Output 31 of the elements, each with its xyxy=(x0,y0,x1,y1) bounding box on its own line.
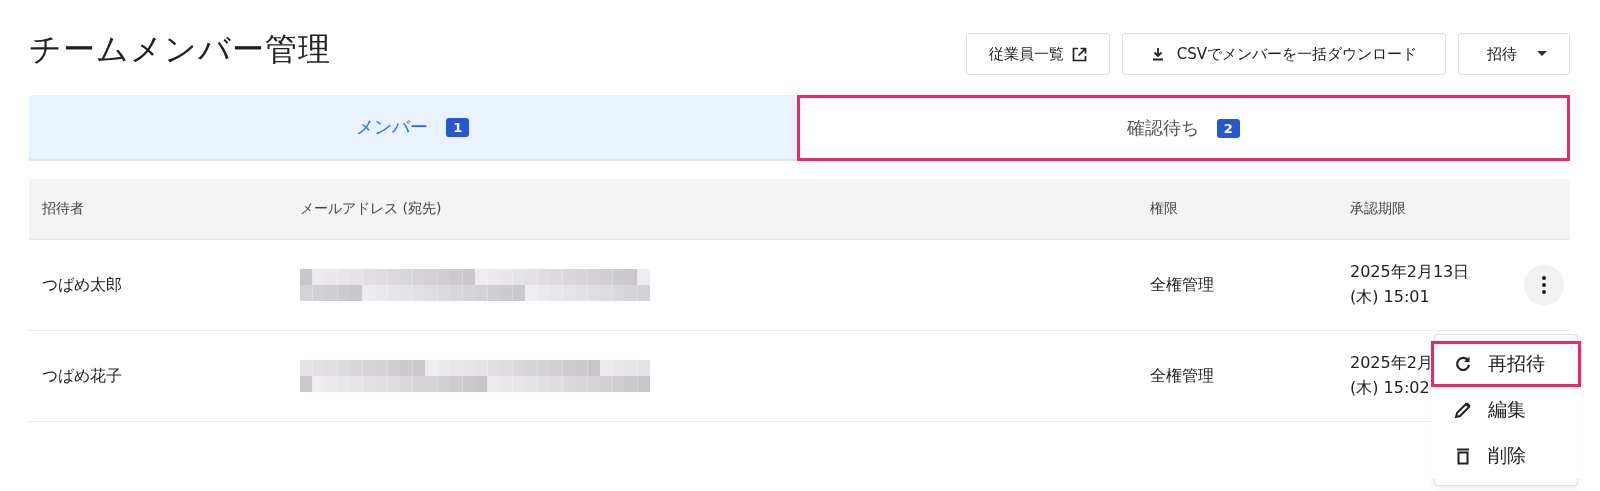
count-badge: 1 xyxy=(446,117,470,137)
table-cell-text: つばめ花子 xyxy=(41,365,123,387)
count-badge: 2 xyxy=(1216,118,1240,138)
column-header: メールアドレス (宛先) xyxy=(299,200,443,218)
action-button[interactable]: CSVでメンバーを一括ダウンロード xyxy=(1121,33,1446,75)
deadline-text: 2025年2月 xyxy=(1350,352,1433,375)
action-button[interactable]: 従業員一覧 xyxy=(965,33,1110,75)
external-link-icon xyxy=(1071,46,1087,62)
download-icon xyxy=(1150,47,1165,61)
caret-icon xyxy=(1537,51,1547,57)
column-header: 権限 xyxy=(1149,200,1179,218)
column-header: 招待者 xyxy=(41,200,85,218)
more-vertical-icon xyxy=(1542,276,1546,294)
table-cell-text: つばめ太郎 xyxy=(41,274,123,296)
menu-item[interactable]: 削除 xyxy=(1431,433,1581,480)
more-menu-button[interactable] xyxy=(1524,265,1564,305)
table-cell-text: 全権管理 xyxy=(1149,365,1215,387)
menu-item[interactable]: 編集 xyxy=(1431,387,1581,434)
tab[interactable]: 確認待ち 2 xyxy=(796,95,1570,161)
deadline-text: 2025年2月13日 xyxy=(1350,261,1470,284)
page-title: チームメンバー管理 xyxy=(29,29,331,70)
refresh-icon xyxy=(1454,355,1472,374)
table-cell-text: 全権管理 xyxy=(1149,274,1215,296)
column-header: 承認期限 xyxy=(1349,200,1407,218)
deadline-text: (木) 15:01 xyxy=(1350,286,1431,308)
menu-item[interactable]: 再招待 xyxy=(1431,341,1581,388)
pencil-icon xyxy=(1454,401,1472,420)
tab[interactable]: メンバー 1 xyxy=(29,95,797,161)
action-button[interactable]: 招待 xyxy=(1458,33,1570,75)
trash-icon xyxy=(1454,447,1472,466)
deadline-text: (木) 15:02 xyxy=(1350,377,1431,399)
